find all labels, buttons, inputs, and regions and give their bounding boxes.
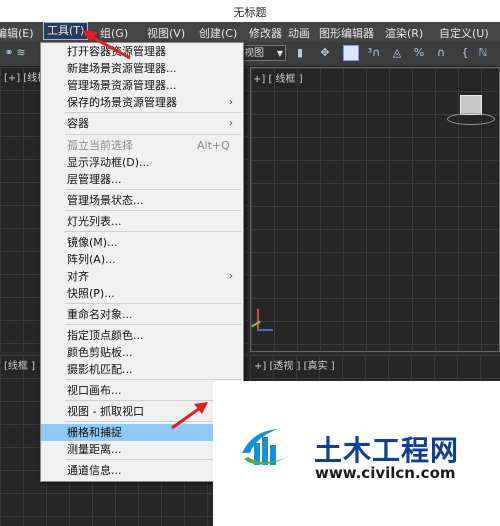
menu-customize[interactable]: 自定义(U)	[439, 25, 489, 41]
menu-separator	[65, 189, 241, 190]
menu-item-color-clipboard[interactable]: 颜色剪贴板...	[41, 344, 243, 361]
menu-item-manage-scene-states[interactable]: 管理场景状态...	[41, 192, 243, 209]
shortcut-label: Alt+Q	[197, 139, 230, 152]
submenu-arrow-icon: ›	[229, 118, 233, 129]
reference-coordinate-dropdown[interactable]: 视图 ▼	[240, 45, 286, 61]
viewcube-ring[interactable]	[447, 113, 495, 125]
menu-item-assign-vertex-colors[interactable]: 指定顶点颜色...	[41, 327, 243, 344]
menu-views[interactable]: 视图(V)	[147, 25, 185, 41]
window-title: 无标题	[233, 6, 267, 19]
viewcube-icon[interactable]	[460, 95, 482, 115]
window-title-bar: 无标题	[0, 0, 500, 22]
menu-item-mirror[interactable]: 镜像(M)...	[41, 234, 243, 251]
viewport-label[interactable]: [线框 ]	[4, 357, 35, 372]
angle-snap-icon[interactable]: ◬	[390, 46, 404, 60]
menu-item-align[interactable]: 对齐 ›	[41, 268, 243, 285]
menu-create[interactable]: 创建(C)	[199, 25, 237, 41]
edit-named-selection-icon[interactable]: {	[458, 46, 472, 60]
axis-x-icon	[257, 329, 273, 331]
menu-item-new-scene-explorer[interactable]: 新建场景资源管理器...	[41, 60, 243, 77]
menu-separator	[65, 112, 241, 113]
menu-graph-editors[interactable]: 图形编辑器	[319, 25, 374, 41]
menu-separator	[65, 303, 241, 304]
viewport-label[interactable]: +] [透视 ] [真实 ]	[254, 357, 335, 372]
spinner-snap-icon[interactable]: ∩	[434, 46, 448, 60]
menu-item-manage-scene-explorer[interactable]: 管理场景资源管理器...	[41, 77, 243, 94]
menu-separator	[65, 134, 241, 135]
menu-item-camera-match[interactable]: 摄影机匹配...	[41, 361, 243, 378]
viewport-label[interactable]: +] [ 线框 ]	[253, 70, 303, 85]
menu-edit[interactable]: 编辑(E)	[0, 25, 34, 41]
snap-toggle-icon[interactable]: ³∩	[367, 46, 381, 60]
annotation-arrow-icon	[82, 30, 131, 60]
percent-snap-icon[interactable]: %	[412, 46, 426, 60]
menu-item-container-explorer[interactable]: 打开容器资源管理器	[41, 43, 243, 60]
bind-spacewarp-icon[interactable]: ≋	[14, 46, 28, 60]
menu-item-saved-scene-explorers[interactable]: 保存的场景资源管理器 ›	[41, 94, 243, 111]
menu-modifiers[interactable]: 修改器	[249, 25, 282, 41]
chevron-down-icon: ▼	[276, 49, 283, 58]
select-manipulate-icon[interactable]	[343, 45, 359, 61]
annotation-arrow-icon	[171, 402, 208, 430]
menu-rendering[interactable]: 渲染(R)	[385, 25, 423, 41]
menu-item-layer-manager[interactable]: 层管理器...	[41, 171, 243, 188]
submenu-arrow-icon: ›	[229, 271, 233, 282]
civilcn-logo-icon	[242, 429, 288, 465]
submenu-arrow-icon: ›	[229, 97, 233, 108]
menu-separator	[65, 210, 241, 211]
menu-item-light-lister[interactable]: 灯光列表...	[41, 213, 243, 230]
menu-animation[interactable]: 动画	[288, 25, 310, 41]
reference-coordinate-value: 视图	[244, 48, 264, 59]
pivot-icon[interactable]: ▮	[293, 46, 307, 60]
menu-item-containers[interactable]: 容器 ›	[41, 115, 243, 132]
menu-item-display-floater[interactable]: 显示浮动框(D)...	[41, 154, 243, 171]
watermark-url: www.civilcn.com	[315, 464, 456, 482]
move-icon[interactable]: ✥	[318, 46, 332, 60]
menu-separator	[65, 231, 241, 232]
menu-separator	[65, 379, 241, 380]
mirror-icon[interactable]: ℕ	[476, 46, 490, 60]
menu-item-rename-objects[interactable]: 重命名对象...	[41, 306, 243, 323]
menu-bar: 编辑(E) 工具(T) 组(G) 视图(V) 创建(C) 修改器 动画 图形编辑…	[0, 22, 500, 43]
watermark: 土木工程网 www.civilcn.com	[213, 381, 500, 526]
menu-item-array[interactable]: 阵列(A)...	[41, 251, 243, 268]
menu-separator	[65, 324, 241, 325]
watermark-site-name: 土木工程网	[314, 434, 460, 467]
menu-item-isolate-selection: 孤立当前选择 Alt+Q	[67, 139, 230, 152]
menu-item-snapshot[interactable]: 快照(P)...	[41, 285, 243, 302]
